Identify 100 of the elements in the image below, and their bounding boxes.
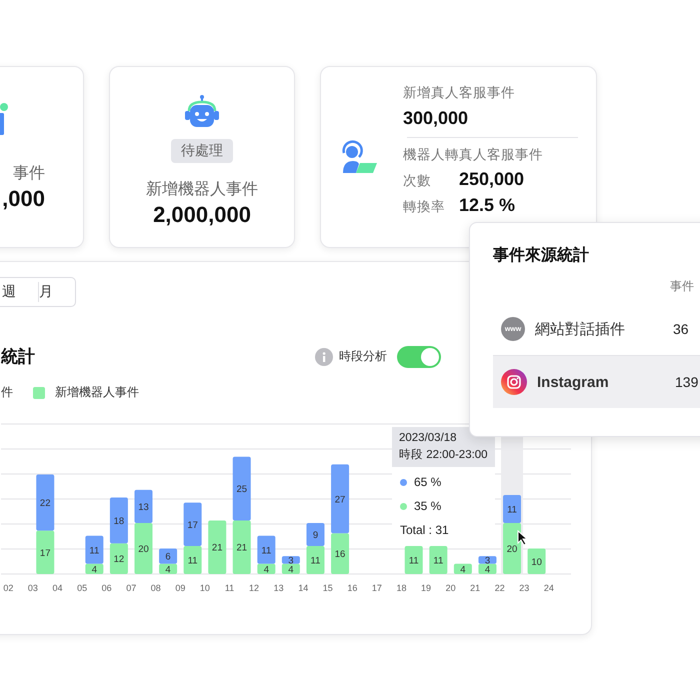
bar-value: 11 [507,504,517,516]
bar-value: 3 [484,555,490,566]
chart-bar [528,548,546,574]
chart-bar [208,520,226,574]
bar-value: 12 [114,554,124,566]
stat-value: ,000 [2,186,45,212]
analysis-toggle[interactable] [397,346,441,368]
status-badge: 待處理 [171,139,233,163]
stat-value: 300,000 [403,108,470,129]
person-icon [0,103,8,135]
bar-value: 10 [531,556,542,568]
bar-value: 4 [264,564,269,576]
axis-label: 24 [544,583,554,593]
tooltip-value: 35 % [414,499,442,513]
chart-bar [478,564,496,574]
source-row[interactable]: Instagram 139 [493,355,700,408]
axis-label: 05 [77,583,88,593]
instagram-icon [501,369,527,395]
chart-bar [36,474,54,531]
bar-value: 27 [334,494,346,506]
axis-label: 06 [102,583,112,593]
axis-label: 15 [322,583,333,593]
stat-value: 2,000,000 [153,202,251,228]
bar-value: 11 [89,545,100,556]
robot-icon [182,95,222,129]
bar-value: 17 [187,520,198,531]
bar-value: 21 [236,542,248,554]
stat-subtitle: 機器人轉真人客服事件 [403,146,544,164]
bar-value: 4 [92,564,97,576]
bar-value: 4 [460,564,466,576]
axis-label: 16 [347,583,358,593]
axis-label: 23 [519,583,530,593]
stat-label: 事件 [13,164,45,184]
column-header: 事件 [670,278,695,295]
bar-value: 11 [408,555,419,566]
bar-value: 21 [212,542,222,554]
tooltip-period: 時段 22:00-23:00 [399,448,488,462]
axis-label: 12 [249,583,260,593]
bar-value: 13 [138,502,149,513]
legend-label: 件 [1,384,13,401]
axis-label: 22 [494,583,505,593]
axis-label: 13 [274,583,284,593]
bar-value: 4 [165,564,171,576]
axis-label: 14 [298,583,308,593]
legend-label: 新增機器人事件 [55,384,139,401]
cursor-icon [517,530,529,546]
agent-icon [341,139,377,175]
stat-label: 新增真人客服事件 [403,84,516,102]
bar-value: 11 [188,555,198,566]
stat-value: 12.5 % [459,195,516,216]
axis-label: 08 [150,583,161,593]
bar-value: 4 [288,564,294,576]
period-tab[interactable]: 月 [39,283,75,301]
bar-value: 11 [433,555,444,566]
chart-title: 統計 [1,346,35,368]
analysis-label: 時段分析 [339,348,387,365]
panel-title: 事件來源統計 [493,245,590,266]
bar-value: 9 [312,530,318,541]
bar-value: 25 [236,484,248,496]
tooltip-date: 2023/03/18 [399,432,458,444]
bar-value: 6 [165,552,171,563]
bar-value: 3 [288,555,294,566]
stat-label: 轉換率 [403,198,446,216]
bar-value: 20 [506,544,518,555]
chart-bar [36,530,54,574]
axis-label: 03 [28,583,38,593]
axis-label: 18 [396,583,406,593]
chart-bar [454,564,472,574]
chart-bar [232,520,251,574]
stat-value: 250,000 [459,169,524,190]
axis-label: 19 [421,583,432,593]
period-tab[interactable]: 週 [2,283,38,301]
axis-label: 10 [200,583,210,593]
tooltip-total: Total : 31 [400,523,450,537]
chart-bar [306,523,324,546]
axis-label: 21 [470,583,480,593]
axis-label: 20 [446,583,456,593]
bar-value: 16 [334,549,346,560]
axis-label: 09 [175,583,186,593]
chart-bar [282,564,300,574]
stat-label: 次數 [403,172,432,190]
bar-value: 11 [310,555,320,566]
bar-value: 11 [261,545,272,556]
stat-label: 新增機器人事件 [146,180,258,200]
axis-label: 02 [3,583,14,593]
axis-label: 17 [372,583,382,593]
bar-value: 17 [40,548,51,559]
chart-bar [306,546,324,574]
bar-value: 18 [114,516,124,527]
chart-bar [232,456,251,520]
chart-bar [404,546,423,574]
axis-label: 04 [52,583,63,593]
info-icon[interactable] [315,348,333,366]
bar-value: 4 [484,564,490,576]
bar-value: 22 [40,498,51,510]
axis-label: 11 [224,583,234,593]
bar-value: 20 [138,544,149,555]
tooltip-value: 65 % [414,475,442,489]
chart-bar [429,546,448,574]
axis-label: 07 [126,583,136,593]
